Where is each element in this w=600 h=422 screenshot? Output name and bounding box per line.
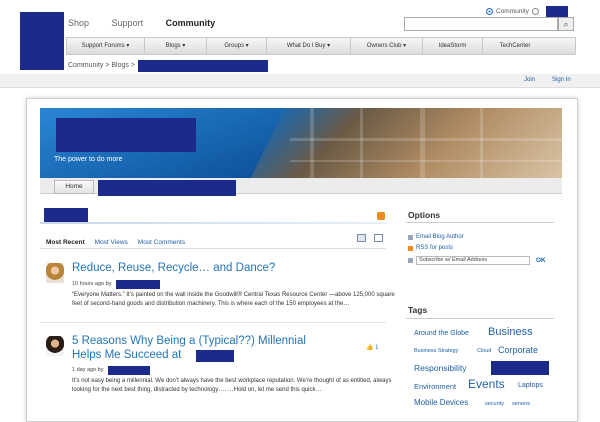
tag-link[interactable]: Cloud	[477, 348, 491, 354]
nav-ideastorm[interactable]: IdeaStorm	[423, 38, 483, 54]
post-title-link[interactable]: 5 Reasons Why Being a (Typical??) Millen…	[72, 335, 306, 347]
tags-heading: Tags	[408, 305, 428, 315]
join-link[interactable]: Join	[524, 77, 535, 83]
tag-link[interactable]: Corporate	[498, 345, 538, 355]
tag-link[interactable]: Mobile Devices	[414, 398, 468, 407]
logo[interactable]	[20, 12, 64, 70]
tag-link[interactable]: Business Strategy	[414, 348, 458, 354]
rss-small-icon	[408, 246, 413, 251]
nav-support[interactable]: Support	[112, 18, 144, 28]
like-count-value: 1	[375, 345, 379, 351]
nav-techcenter[interactable]: TechCenter	[483, 38, 547, 54]
tab-most-comments[interactable]: Most Comments	[138, 239, 185, 246]
post-excerpt: “Everyone Matters.” It’s painted on the …	[72, 292, 395, 307]
search-icon[interactable]: ⌕	[558, 17, 574, 31]
tab-most-recent[interactable]: Most Recent	[46, 239, 85, 246]
tag-link[interactable]: Business	[488, 326, 533, 338]
tag-link[interactable]: Laptops	[518, 382, 543, 389]
options-divider	[406, 222, 554, 223]
blog-title-redacted	[56, 118, 196, 152]
tab-divider	[40, 248, 386, 249]
home-tab[interactable]: Home	[54, 180, 94, 194]
email-icon	[408, 235, 413, 240]
tags-divider	[406, 318, 554, 319]
post-title-link[interactable]: Reduce, Reuse, Recycle… and Dance?	[72, 262, 275, 274]
post-meta: 1 day ago by	[72, 367, 104, 373]
search-scope: Community	[486, 8, 539, 15]
scope-radio-other[interactable]	[531, 8, 539, 15]
post-author-redacted	[108, 366, 150, 375]
subscribe-email-input[interactable]: Subscribe w/ Email Address	[416, 256, 530, 265]
tab-most-views[interactable]: Most Views	[95, 239, 128, 246]
tag-link[interactable]: Environment	[414, 382, 456, 391]
nav-owners-club[interactable]: Owners Club ▾	[351, 38, 423, 54]
sign-in-link[interactable]: Sign In	[552, 77, 571, 83]
scope-radio-community[interactable]	[486, 8, 493, 15]
tag-redacted	[491, 361, 549, 375]
post-excerpt: It’s not easy being a millennial. We don…	[72, 378, 392, 393]
top-nav: Shop Support Community	[68, 18, 235, 28]
section-divider	[40, 222, 386, 224]
tag-link[interactable]: security	[485, 401, 504, 407]
banner-tagline: The power to do more	[54, 156, 123, 163]
nav-support-forums[interactable]: Support Forums ▾	[67, 38, 145, 54]
tag-link[interactable]: Responsibility	[414, 363, 466, 373]
nav-groups[interactable]: Groups ▾	[207, 38, 267, 54]
tag-link[interactable]: Around the Globe	[414, 330, 469, 337]
subscribe-ok-button[interactable]: OK	[536, 257, 546, 264]
scope-label-community: Community	[496, 8, 529, 15]
post-tabs: Most Recent Most Views Most Comments	[46, 239, 185, 246]
breadcrumb-redacted	[138, 60, 268, 72]
subscribe-icon	[408, 258, 413, 263]
nav-blogs[interactable]: Blogs ▾	[145, 38, 207, 54]
post-author-avatar[interactable]	[46, 263, 64, 283]
breadcrumb[interactable]: Community > Blogs >	[68, 62, 135, 69]
nav-community[interactable]: Community	[166, 18, 216, 28]
post-meta: 10 hours ago by	[72, 281, 112, 287]
post-author-redacted	[116, 280, 160, 289]
user-bar: Join Sign In	[0, 74, 600, 88]
post-title-link-continued[interactable]: Helps Me Succeed at	[72, 349, 181, 361]
grid-view-icon[interactable]	[374, 234, 383, 242]
rss-icon[interactable]	[377, 212, 385, 220]
post-author-avatar[interactable]	[46, 336, 64, 356]
search-input[interactable]	[404, 17, 558, 31]
tag-link[interactable]: servers	[512, 401, 530, 407]
email-blog-author-link[interactable]: Email Blog Author	[416, 234, 464, 240]
post-title-redacted	[196, 350, 234, 362]
like-count[interactable]: 👍 1	[366, 344, 378, 351]
rss-posts-link[interactable]: RSS for posts	[416, 245, 453, 251]
subnav-redacted	[98, 180, 236, 196]
post-separator	[40, 322, 386, 323]
options-heading: Options	[408, 210, 441, 220]
list-view-icon[interactable]	[357, 234, 366, 242]
nav-shop[interactable]: Shop	[68, 18, 89, 28]
nav-what-do-i-buy[interactable]: What Do I Buy ▾	[267, 38, 351, 54]
main-nav: Support Forums ▾ Blogs ▾ Groups ▾ What D…	[66, 37, 576, 55]
tag-link[interactable]: Events	[468, 377, 505, 391]
